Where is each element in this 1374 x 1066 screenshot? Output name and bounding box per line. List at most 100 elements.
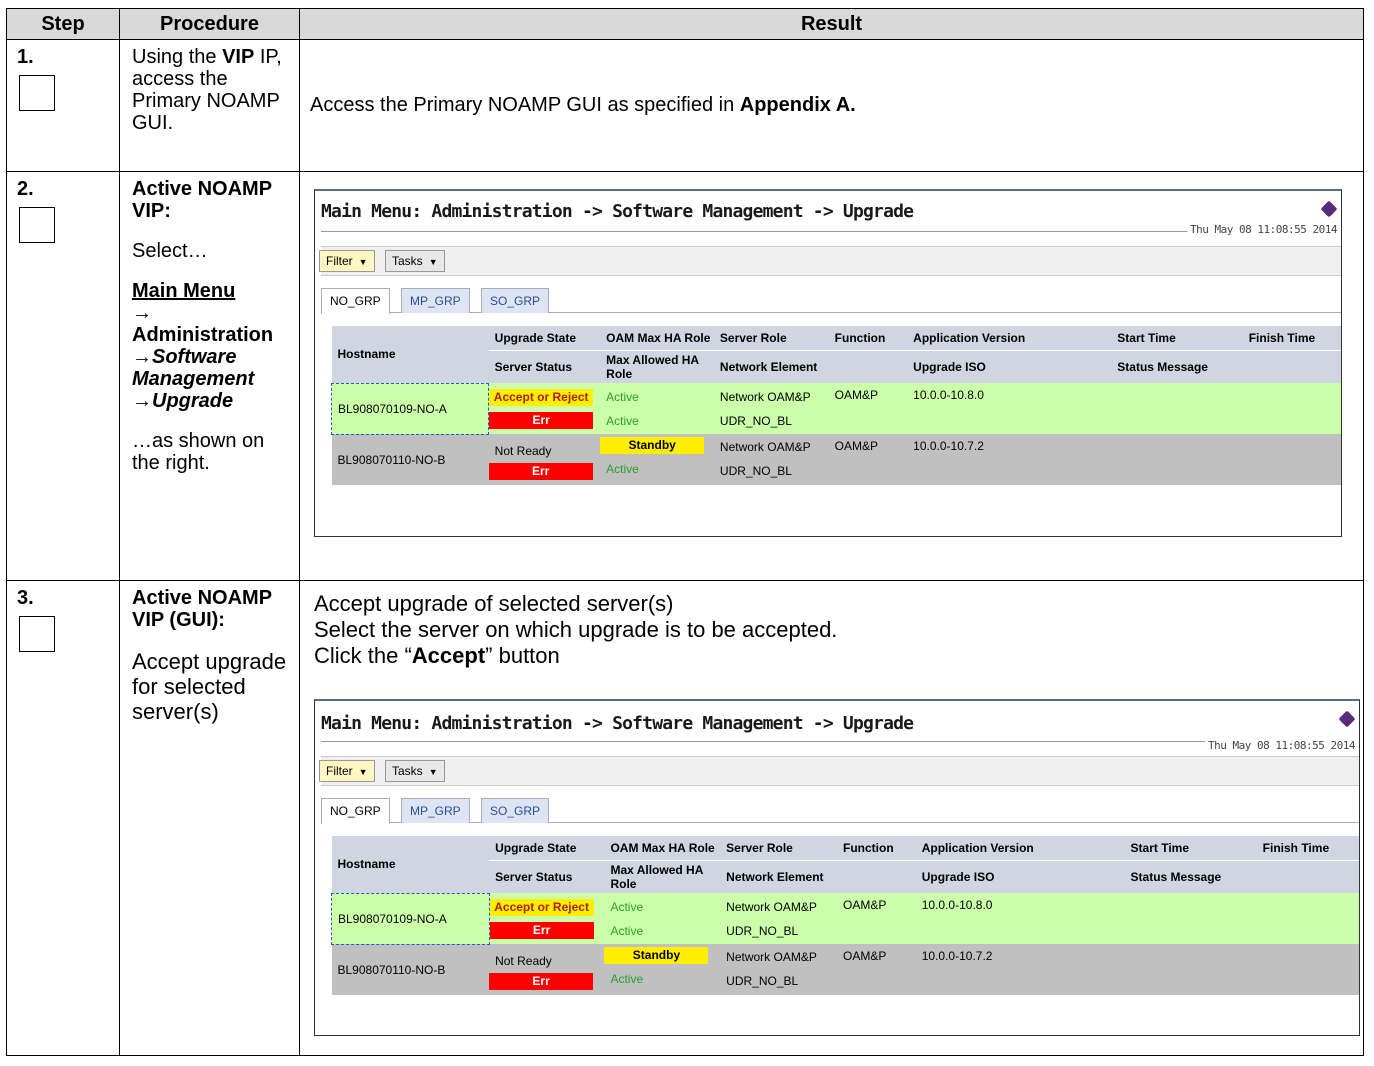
- result-line: Click the “Accept” button: [314, 643, 560, 668]
- server-group-tabs: NO_GRP MP_GRP SO_GRP: [321, 796, 1359, 824]
- server-role: Network OAM&P: [719, 389, 811, 404]
- step-2-cell: 2.: [6, 171, 120, 581]
- procedure-title: Active NOAMP VIP (GUI):: [132, 587, 272, 631]
- application-version-header: Application Version: [915, 836, 1125, 860]
- step-2-procedure: Active NOAMP VIP: Select… Main Menu → Ad…: [119, 171, 300, 581]
- upgrade-table: Hostname Upgrade State OAM Max HA Role S…: [330, 326, 1341, 485]
- server-status-badge: Err: [489, 411, 594, 429]
- result-line: Select the server on which upgrade is to…: [314, 617, 838, 642]
- function: OAM&P: [837, 893, 916, 944]
- table-row[interactable]: BL908070110-NO-B Not Ready Err Standby Act…: [331, 434, 1341, 485]
- finish-time-header: Finish Time: [1256, 836, 1359, 860]
- step-2-checkbox[interactable]: [19, 207, 55, 243]
- hostname-cell[interactable]: BL908070109-NO-A: [331, 892, 490, 945]
- step-1-checkbox[interactable]: [19, 75, 55, 111]
- chevron-down-icon: ▼: [358, 257, 368, 267]
- procedure-table: Step Procedure Result 1. Using the VIP I…: [6, 8, 1364, 1056]
- oam-max-ha-role: Active: [610, 899, 644, 914]
- tab-no-grp[interactable]: NO_GRP: [321, 288, 390, 314]
- procedure-emphasis: VIP: [222, 46, 255, 68]
- tab-no-grp[interactable]: NO_GRP: [321, 798, 390, 824]
- step-3-checkbox[interactable]: [19, 616, 55, 652]
- server-status-header: Server Status: [489, 861, 605, 893]
- server-status-header: Server Status: [488, 351, 601, 383]
- max-allowed-ha-role: Active: [610, 923, 644, 938]
- max-allowed-ha-role: Active: [610, 972, 644, 987]
- oam-max-ha-role-badge: Standby: [604, 947, 709, 965]
- hostname-cell[interactable]: BL908070109-NO-A: [330, 382, 490, 435]
- server-group-tabs: NO_GRP MP_GRP SO_GRP: [321, 286, 1341, 314]
- chevron-down-icon: ▼: [358, 767, 368, 777]
- menu-path-software-management: →Software Management: [132, 346, 255, 390]
- help-book-icon[interactable]: [1338, 710, 1356, 728]
- step-column-header: Step: [6, 8, 120, 40]
- tab-so-grp[interactable]: SO_GRP: [481, 288, 550, 313]
- finish-time-header: Finish Time: [1242, 326, 1341, 350]
- step-3-cell: 3.: [6, 580, 120, 1056]
- result-emphasis: Appendix A.: [739, 94, 856, 116]
- status-message-header: Status Message: [1111, 351, 1341, 383]
- upgrade-screen-2: Main Menu: Administration -> Software Ma…: [314, 699, 1360, 1036]
- procedure-text: Using the: [132, 46, 223, 68]
- network-element: UDR_NO_BL: [719, 464, 792, 479]
- hostname-cell[interactable]: BL908070110-NO-B: [331, 434, 489, 485]
- procedure-column-header: Procedure: [119, 8, 300, 40]
- table-row[interactable]: BL908070110-NO-B Not Ready Err Standby Act…: [331, 944, 1359, 995]
- result-column-header: Result: [299, 8, 1364, 40]
- menu-path-root: Main Menu: [132, 280, 236, 302]
- help-book-icon[interactable]: [1320, 200, 1338, 218]
- server-role: Network OAM&P: [719, 440, 811, 455]
- max-allowed-ha-role-header: Max Allowed HA Role: [604, 861, 721, 893]
- upgrade-iso-header: Upgrade ISO: [907, 351, 1112, 383]
- function: OAM&P: [837, 944, 916, 995]
- application-version: 10.0.0-10.7.2: [915, 944, 1125, 995]
- server-role: Network OAM&P: [726, 899, 817, 914]
- oam-max-ha-role: Active: [606, 389, 639, 404]
- hostname-cell[interactable]: BL908070110-NO-B: [331, 944, 490, 995]
- max-allowed-ha-role: Active: [606, 462, 639, 477]
- server-status-badge: Err: [489, 921, 594, 939]
- menu-path-administration: Administration: [132, 324, 274, 346]
- network-element-header: Network Element: [713, 351, 908, 383]
- step-number: 3.: [17, 587, 34, 609]
- procedure-text: …as shown on the right.: [132, 430, 265, 474]
- gui-page-title: Main Menu: Administration -> Software Ma…: [321, 713, 914, 734]
- server-role-header: Server Role: [713, 326, 829, 350]
- max-allowed-ha-role-header: Max Allowed HA Role: [600, 351, 714, 383]
- upgrade-state-text: Not Ready: [494, 443, 552, 458]
- tasks-button[interactable]: Tasks ▼: [385, 250, 445, 272]
- server-role-header: Server Role: [720, 836, 837, 860]
- server-role: Network OAM&P: [726, 950, 817, 965]
- upgrade-table: Hostname Upgrade State OAM Max HA Role S…: [331, 836, 1359, 995]
- function: OAM&P: [828, 383, 908, 434]
- hostname-header: Hostname: [331, 836, 490, 893]
- start-time-header: Start Time: [1124, 836, 1257, 860]
- network-element-header: Network Element: [720, 861, 916, 893]
- procedure-text: Select…: [132, 240, 208, 262]
- upgrade-screen-1: Main Menu: Administration -> Software Ma…: [314, 189, 1342, 537]
- accept-emphasis: Accept: [411, 643, 486, 668]
- application-version: 10.0.0-10.8.0: [915, 893, 1125, 944]
- table-row[interactable]: BL908070109-NO-A Accept or Reject Err Act…: [331, 892, 1359, 945]
- filter-button[interactable]: Filter ▼: [319, 250, 375, 272]
- menu-path-upgrade: →Upgrade: [132, 390, 234, 412]
- step-number: 1.: [17, 46, 34, 68]
- table-row[interactable]: BL908070109-NO-A Accept or Reject Err Act…: [330, 382, 1341, 435]
- application-version: 10.0.0-10.7.2: [907, 434, 1112, 485]
- gui-toolbar: Filter ▼ Tasks ▼: [319, 756, 1359, 786]
- tasks-button[interactable]: Tasks ▼: [385, 760, 445, 782]
- tab-mp-grp[interactable]: MP_GRP: [401, 288, 470, 313]
- step-2-result: Main Menu: Administration -> Software Ma…: [299, 171, 1364, 581]
- function-header: Function: [837, 836, 916, 860]
- procedure-title: Active NOAMP VIP:: [132, 178, 272, 222]
- network-element: UDR_NO_BL: [726, 923, 799, 938]
- application-version: 10.0.0-10.8.0: [907, 383, 1112, 434]
- step-number: 2.: [17, 178, 34, 200]
- upgrade-state-text: Not Ready: [495, 953, 552, 968]
- tab-so-grp[interactable]: SO_GRP: [481, 798, 550, 823]
- tab-mp-grp[interactable]: MP_GRP: [401, 798, 470, 823]
- oam-max-ha-role-header: OAM Max HA Role: [600, 326, 714, 350]
- filter-button[interactable]: Filter ▼: [319, 760, 375, 782]
- procedure-text: Accept upgrade for selected server(s): [132, 649, 287, 724]
- result-text: Access the Primary NOAMP GUI as specifie…: [310, 94, 740, 116]
